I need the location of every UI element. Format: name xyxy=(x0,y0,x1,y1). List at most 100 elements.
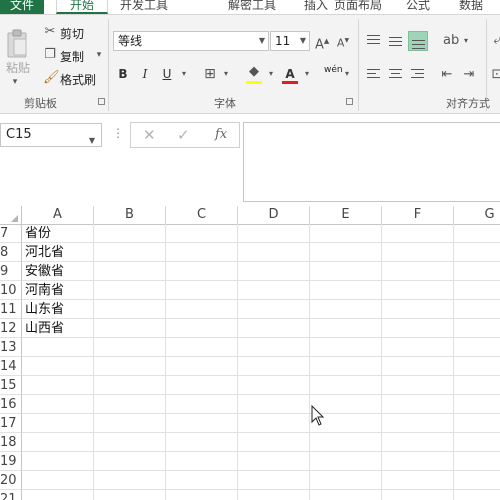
cell[interactable] xyxy=(454,281,500,300)
cell[interactable] xyxy=(94,490,166,500)
cell[interactable] xyxy=(238,452,310,471)
cell[interactable] xyxy=(454,319,500,338)
tab-developer[interactable]: 开发工具 xyxy=(112,0,176,14)
cell[interactable] xyxy=(382,224,454,243)
cell[interactable] xyxy=(238,319,310,338)
cell[interactable] xyxy=(166,357,238,376)
middle-align-button[interactable] xyxy=(386,31,406,51)
paste-icon[interactable] xyxy=(6,29,30,59)
chevron-down-icon[interactable]: ▾ xyxy=(92,48,106,62)
cell[interactable] xyxy=(166,490,238,500)
cell[interactable] xyxy=(94,281,166,300)
cell[interactable] xyxy=(238,376,310,395)
merge-center-icon[interactable]: ⊡ xyxy=(490,68,500,82)
column-header-g[interactable]: G xyxy=(454,206,500,224)
cell[interactable] xyxy=(382,433,454,452)
align-left-button[interactable] xyxy=(364,65,384,85)
cell[interactable] xyxy=(22,414,94,433)
select-all-corner[interactable] xyxy=(0,206,22,224)
cell[interactable] xyxy=(382,357,454,376)
cell[interactable] xyxy=(238,433,310,452)
cell[interactable] xyxy=(310,224,382,243)
enter-icon[interactable]: ✓ xyxy=(177,126,190,144)
cell[interactable] xyxy=(94,357,166,376)
cell[interactable] xyxy=(94,262,166,281)
cell[interactable] xyxy=(238,357,310,376)
cell[interactable] xyxy=(22,433,94,452)
cell[interactable] xyxy=(310,338,382,357)
row-header[interactable]: 9 xyxy=(0,262,22,281)
cell[interactable] xyxy=(166,243,238,262)
tab-data[interactable]: 数据 xyxy=(455,0,487,14)
decrease-font-size-icon[interactable]: A▼ xyxy=(336,34,350,50)
cell[interactable] xyxy=(310,490,382,500)
cancel-icon[interactable]: ✕ xyxy=(143,126,156,144)
cell[interactable] xyxy=(310,433,382,452)
chevron-down-icon[interactable]: ▾ xyxy=(219,67,233,81)
cell[interactable]: 山西省 xyxy=(22,319,94,338)
italic-button[interactable]: I xyxy=(136,65,154,83)
cell[interactable] xyxy=(382,490,454,500)
tab-decrypt-tools[interactable]: 解密工具 xyxy=(220,0,284,14)
scissors-icon[interactable]: ✂ xyxy=(43,25,57,39)
chevron-down-icon[interactable]: ▾ xyxy=(340,67,354,81)
cell[interactable] xyxy=(166,471,238,490)
cell[interactable] xyxy=(454,243,500,262)
cell[interactable] xyxy=(382,414,454,433)
align-right-button[interactable] xyxy=(408,65,428,85)
cell[interactable] xyxy=(166,395,238,414)
font-launcher-icon[interactable] xyxy=(346,98,353,105)
chevron-down-icon[interactable]: ▾ xyxy=(459,34,473,48)
cell[interactable] xyxy=(238,414,310,433)
tab-page-layout[interactable]: 页面布局 xyxy=(326,0,390,14)
cell[interactable] xyxy=(94,243,166,262)
cell[interactable] xyxy=(166,281,238,300)
row-header[interactable]: 7 xyxy=(0,224,22,243)
cell[interactable] xyxy=(94,471,166,490)
row-header[interactable]: 14 xyxy=(0,357,22,376)
cell[interactable] xyxy=(166,376,238,395)
font-name-select[interactable]: 等线 ▼ xyxy=(113,31,269,51)
row-header[interactable]: 8 xyxy=(0,243,22,262)
cell[interactable] xyxy=(382,338,454,357)
more-options-icon[interactable]: ⋮ xyxy=(112,126,124,140)
paste-label[interactable]: 粘贴 xyxy=(6,59,30,76)
cell[interactable] xyxy=(310,452,382,471)
formula-input[interactable] xyxy=(243,122,500,202)
cell[interactable]: 山东省 xyxy=(22,300,94,319)
cell[interactable] xyxy=(454,300,500,319)
column-header-a[interactable]: A xyxy=(22,206,94,224)
cell[interactable]: 省份 xyxy=(22,224,94,243)
cell[interactable] xyxy=(238,338,310,357)
row-header[interactable]: 16 xyxy=(0,395,22,414)
cell[interactable] xyxy=(166,319,238,338)
orientation-icon[interactable]: ab xyxy=(443,34,459,48)
cell[interactable] xyxy=(166,300,238,319)
tab-home[interactable]: 开始 xyxy=(56,0,108,14)
clipboard-launcher-icon[interactable] xyxy=(98,98,105,105)
row-header[interactable]: 19 xyxy=(0,452,22,471)
fill-color-icon[interactable]: ◆ xyxy=(247,65,261,79)
format-painter-button[interactable]: 格式刷 xyxy=(60,71,96,88)
row-header[interactable]: 15 xyxy=(0,376,22,395)
cut-button[interactable]: 剪切 xyxy=(60,25,84,42)
tab-file[interactable]: 文件 xyxy=(0,0,44,14)
cell[interactable] xyxy=(454,414,500,433)
cell[interactable] xyxy=(166,224,238,243)
cell[interactable] xyxy=(22,395,94,414)
cell[interactable] xyxy=(382,281,454,300)
cell[interactable] xyxy=(310,357,382,376)
cell[interactable] xyxy=(166,452,238,471)
cell[interactable] xyxy=(454,452,500,471)
cell[interactable] xyxy=(454,338,500,357)
cell[interactable] xyxy=(238,300,310,319)
cell[interactable]: 河北省 xyxy=(22,243,94,262)
cell[interactable] xyxy=(382,452,454,471)
row-header[interactable]: 12 xyxy=(0,319,22,338)
cell[interactable] xyxy=(22,452,94,471)
cell[interactable] xyxy=(94,452,166,471)
column-header-f[interactable]: F xyxy=(382,206,454,224)
bottom-align-button[interactable] xyxy=(408,31,428,51)
cell[interactable] xyxy=(94,338,166,357)
row-header[interactable]: 10 xyxy=(0,281,22,300)
